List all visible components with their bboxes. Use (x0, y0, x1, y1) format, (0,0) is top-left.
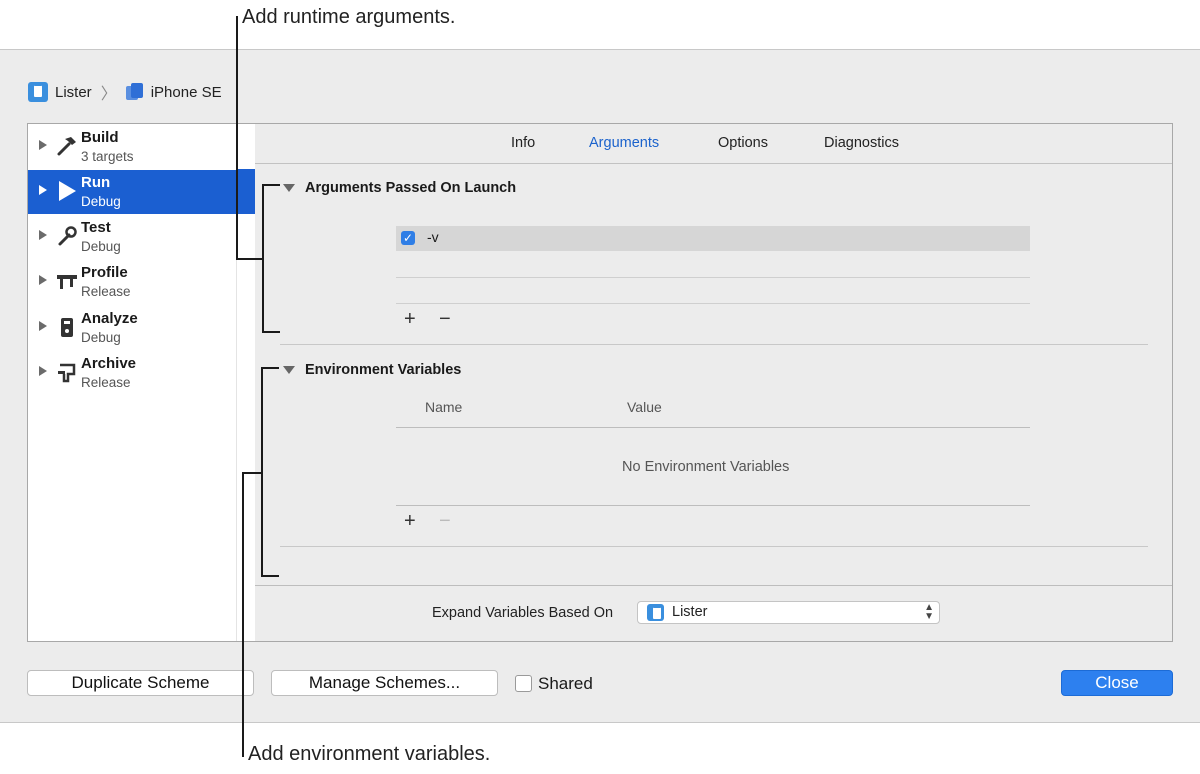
sidebar-item-test[interactable]: Test Debug (28, 215, 236, 259)
shared-label[interactable]: Shared (538, 674, 593, 694)
callout-bracket (261, 575, 279, 577)
divider (396, 505, 1030, 506)
hammer-icon (55, 134, 79, 158)
expand-variables-label: Expand Variables Based On (432, 605, 614, 621)
disclosure-triangle-icon[interactable] (39, 230, 47, 240)
archive-icon (55, 360, 79, 384)
disclosure-triangle-icon[interactable] (283, 184, 295, 192)
callout-bracket (262, 184, 280, 186)
sidebar-item-title: Analyze (81, 310, 138, 327)
disclosure-triangle-icon[interactable] (39, 275, 47, 285)
play-icon (55, 179, 79, 203)
sidebar-item-title: Archive (81, 355, 137, 372)
sidebar-item-subtitle: Release (81, 284, 131, 299)
close-button[interactable]: Close (1061, 670, 1173, 696)
callout-leader-line (242, 472, 262, 474)
add-variable-button[interactable]: + (404, 511, 416, 531)
sidebar-item-title: Test (81, 219, 111, 236)
sidebar-item-subtitle: Debug (81, 239, 121, 254)
argument-enabled-checkbox[interactable]: ✓ (401, 231, 415, 245)
analyze-icon (55, 315, 79, 339)
divider (396, 427, 1030, 428)
sidebar-item-profile[interactable]: Profile Release (28, 260, 236, 304)
sidebar-item-title: Build (81, 129, 119, 146)
sidebar-item-title: Run (81, 174, 111, 191)
expand-variables-select[interactable]: Lister ▲ ▼ (637, 601, 940, 624)
sidebar-item-run[interactable]: Run Debug (28, 170, 236, 214)
disclosure-triangle-icon[interactable] (39, 366, 47, 376)
sidebar-item-subtitle: Debug (81, 330, 121, 345)
project-icon (647, 604, 664, 621)
table-row[interactable] (396, 253, 1030, 278)
callout-leader-line (236, 16, 238, 260)
argument-value[interactable]: -v (427, 229, 439, 245)
divider (255, 585, 1172, 586)
scheme-action-list: Build 3 targets Run Debug Test Debug Pro… (27, 123, 256, 642)
breadcrumb: Lister 〉 iPhone SE (28, 80, 222, 104)
column-header-value[interactable]: Value (627, 399, 662, 415)
up-down-chevron-icon: ▲ ▼ (924, 602, 934, 622)
shared-checkbox[interactable] (515, 675, 532, 692)
table-row[interactable]: ✓ -v (396, 226, 1030, 251)
tab-options[interactable]: Options (718, 135, 768, 151)
tab-info[interactable]: Info (511, 135, 535, 151)
disclosure-triangle-icon[interactable] (39, 321, 47, 331)
breadcrumb-device[interactable]: iPhone SE (151, 84, 222, 101)
environment-section-header[interactable]: Environment Variables (283, 362, 461, 378)
sidebar-item-subtitle: Release (81, 375, 131, 390)
scheme-run-panel: Info Arguments Options Diagnostics Argum… (255, 123, 1173, 642)
callout-bracket (261, 367, 279, 369)
sidebar-item-archive[interactable]: Archive Release (28, 351, 236, 395)
callout-bracket (262, 331, 280, 333)
table-row[interactable] (396, 279, 1030, 304)
environment-empty-text: No Environment Variables (622, 459, 790, 475)
divider (280, 546, 1148, 547)
breadcrumb-project[interactable]: Lister (55, 84, 92, 101)
arguments-section-header[interactable]: Arguments Passed On Launch (283, 180, 516, 196)
sidebar-item-build[interactable]: Build 3 targets (28, 125, 236, 169)
column-header-name[interactable]: Name (425, 399, 462, 415)
callout-runtime-arguments: Add runtime arguments. (242, 6, 456, 28)
tab-diagnostics[interactable]: Diagnostics (824, 135, 899, 151)
caliper-icon (55, 269, 79, 293)
chevron-right-icon: 〉 (100, 86, 117, 103)
wrench-icon (55, 224, 79, 248)
remove-variable-button[interactable]: − (439, 511, 451, 531)
arguments-table: ✓ -v (396, 226, 1030, 304)
remove-argument-button[interactable]: − (439, 309, 451, 329)
callout-environment-variables: Add environment variables. (248, 743, 491, 765)
arguments-heading: Arguments Passed On Launch (305, 180, 517, 196)
callout-leader-line (242, 472, 244, 757)
disclosure-triangle-icon[interactable] (39, 185, 47, 195)
sidebar-item-title: Profile (81, 264, 128, 281)
tab-bar: Info Arguments Options Diagnostics (255, 124, 1172, 164)
sidebar-item-subtitle: Debug (81, 194, 121, 209)
divider (280, 344, 1148, 345)
add-argument-button[interactable]: + (404, 309, 416, 329)
expand-variables-value: Lister (672, 604, 708, 620)
device-icon (124, 82, 144, 102)
sidebar-scrollbar[interactable] (236, 124, 256, 641)
environment-heading: Environment Variables (305, 362, 462, 378)
callout-leader-line (236, 258, 262, 260)
sidebar-item-analyze[interactable]: Analyze Debug (28, 306, 236, 350)
project-icon (28, 82, 48, 102)
duplicate-scheme-button[interactable]: Duplicate Scheme (27, 670, 254, 696)
sidebar-selection-strip (237, 169, 256, 214)
tab-arguments[interactable]: Arguments (589, 135, 659, 151)
manage-schemes-button[interactable]: Manage Schemes... (271, 670, 498, 696)
sidebar-item-subtitle: 3 targets (81, 149, 134, 164)
disclosure-triangle-icon[interactable] (283, 366, 295, 374)
disclosure-triangle-icon[interactable] (39, 140, 47, 150)
callout-bracket (262, 184, 264, 333)
